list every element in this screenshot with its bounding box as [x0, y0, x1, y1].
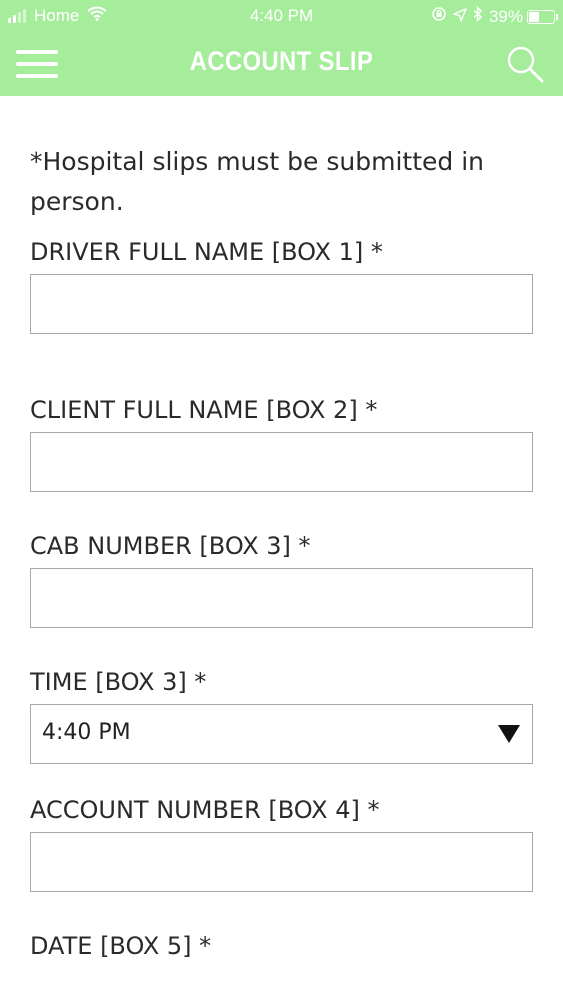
search-icon[interactable] [505, 44, 545, 84]
time-select-value: 4:40 PM [42, 720, 131, 745]
status-right: 39% [431, 5, 558, 27]
bluetooth-icon [473, 5, 483, 27]
account-number-input[interactable] [30, 832, 533, 892]
cab-number-label: CAB NUMBER [BOX 3] * [30, 532, 311, 560]
dropdown-arrow-icon [498, 725, 520, 743]
location-arrow-icon [453, 7, 467, 27]
cab-number-input[interactable] [30, 568, 533, 628]
driver-name-input[interactable] [30, 274, 533, 334]
driver-name-label: DRIVER FULL NAME [BOX 1] * [30, 238, 383, 266]
account-slip-form: *Hospital slips must be submitted in per… [30, 96, 533, 960]
time-label: TIME [BOX 3] * [30, 668, 207, 696]
status-bar: Home 4:40 PM 39% [0, 0, 563, 32]
nav-bar: ACCOUNT SLIP [0, 32, 563, 96]
client-name-input[interactable] [30, 432, 533, 492]
battery-icon [527, 9, 558, 24]
hospital-notice: *Hospital slips must be submitted in per… [30, 147, 485, 216]
battery-percent: 39% [488, 6, 523, 26]
client-name-label: CLIENT FULL NAME [BOX 2] * [30, 396, 378, 424]
screen-lock-icon [431, 6, 447, 27]
time-select[interactable]: 4:40 PM [30, 704, 533, 764]
account-number-label: ACCOUNT NUMBER [BOX 4] * [30, 796, 380, 824]
top-bar: Home 4:40 PM 39% ACCOUNT SLIP [0, 0, 563, 96]
date-label: DATE [BOX 5] * [30, 932, 212, 960]
page-title: ACCOUNT SLIP [189, 46, 374, 76]
battery-fill [529, 11, 540, 22]
